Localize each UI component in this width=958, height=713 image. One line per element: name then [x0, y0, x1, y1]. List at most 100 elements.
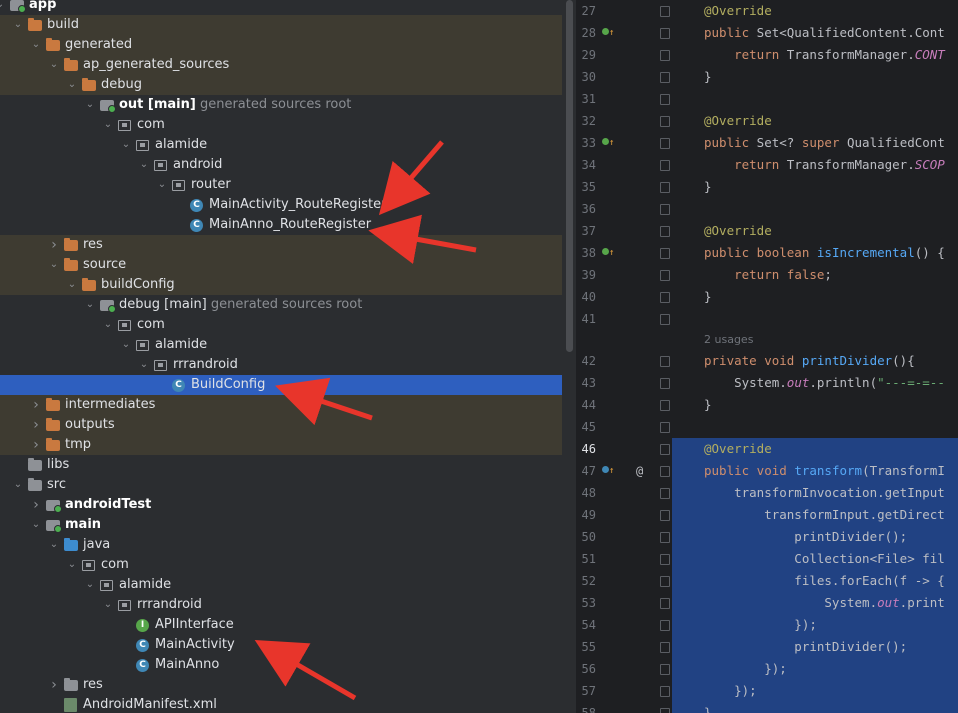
tree-row[interactable]: ⌄ com [0, 315, 562, 335]
tree-row[interactable]: C MainAnno_RouteRegister [0, 215, 562, 235]
chevron-down-icon[interactable]: ⌄ [0, 0, 6, 15]
annotation-gutter-icon[interactable]: @ [636, 460, 643, 482]
fold-marker-icon[interactable] [660, 642, 670, 653]
tree-row[interactable]: ⌄ debug [0, 75, 562, 95]
fold-marker-icon[interactable] [660, 138, 670, 149]
code-line[interactable]: 55 printDivider(); [576, 636, 958, 658]
fold-marker-icon[interactable] [660, 444, 670, 455]
chevron-right-icon[interactable]: › [30, 415, 42, 435]
code-line[interactable]: 44} [576, 394, 958, 416]
code-line[interactable]: 50 printDivider(); [576, 526, 958, 548]
code-line[interactable]: 43 System.out.println("---=-=-- [576, 372, 958, 394]
implements-gutter-icon[interactable]: ↑ [602, 460, 614, 482]
tree-row[interactable]: ⌄ java [0, 535, 562, 555]
tree-row[interactable]: AndroidManifest.xml [0, 695, 562, 713]
override-gutter-icon[interactable]: ↑ [602, 242, 614, 264]
code-line[interactable]: 34 return TransformManager.SCOP [576, 154, 958, 176]
chevron-down-icon[interactable]: ⌄ [156, 175, 168, 195]
fold-marker-icon[interactable] [660, 292, 670, 303]
tree-row[interactable]: ⌄ main [0, 515, 562, 535]
tree-row[interactable]: ⌄ out [main] generated sources root [0, 95, 562, 115]
tree-row[interactable]: ⌄ alamide [0, 335, 562, 355]
code-line[interactable]: 33 ↑ public Set<? super QualifiedCont [576, 132, 958, 154]
chevron-down-icon[interactable]: ⌄ [120, 135, 132, 155]
code-line[interactable]: 57 }); [576, 680, 958, 702]
chevron-down-icon[interactable]: ⌄ [84, 295, 96, 315]
tree-row[interactable]: ⌄ src [0, 475, 562, 495]
code-editor[interactable]: 27 @Override 28 ↑ public Set<QualifiedConten… [576, 0, 958, 713]
code-line[interactable]: 42 private void printDivider(){ [576, 350, 958, 372]
fold-marker-icon[interactable] [660, 204, 670, 215]
chevron-down-icon[interactable]: ⌄ [138, 355, 150, 375]
fold-marker-icon[interactable] [660, 532, 670, 543]
fold-marker-icon[interactable] [660, 50, 670, 61]
tree-row[interactable]: › outputs [0, 415, 562, 435]
chevron-right-icon[interactable]: › [30, 435, 42, 455]
chevron-down-icon[interactable]: ⌄ [102, 115, 114, 135]
code-line[interactable]: 40} [576, 286, 958, 308]
tree-row[interactable]: ⌄ rrrandroid [0, 355, 562, 375]
fold-marker-icon[interactable] [660, 226, 670, 237]
tree-row[interactable]: ⌄ buildConfig [0, 275, 562, 295]
chevron-down-icon[interactable]: ⌄ [66, 555, 78, 575]
code-line[interactable]: 27 @Override [576, 0, 958, 22]
code-line[interactable]: 2 usages [576, 328, 958, 350]
tree-row[interactable]: C MainAnno [0, 655, 562, 675]
fold-marker-icon[interactable] [660, 466, 670, 477]
code-line[interactable]: 28 ↑ public Set<QualifiedContent.Cont [576, 22, 958, 44]
code-line[interactable]: 30} [576, 66, 958, 88]
fold-marker-icon[interactable] [660, 270, 670, 281]
fold-marker-icon[interactable] [660, 686, 670, 697]
chevron-down-icon[interactable]: ⌄ [84, 95, 96, 115]
code-line[interactable]: 48 transformInvocation.getInput [576, 482, 958, 504]
override-gutter-icon[interactable]: ↑ [602, 22, 614, 44]
fold-marker-icon[interactable] [660, 94, 670, 105]
fold-marker-icon[interactable] [660, 422, 670, 433]
fold-marker-icon[interactable] [660, 6, 670, 17]
fold-marker-icon[interactable] [660, 598, 670, 609]
fold-marker-icon[interactable] [660, 356, 670, 367]
chevron-down-icon[interactable]: ⌄ [66, 75, 78, 95]
fold-marker-icon[interactable] [660, 160, 670, 171]
override-gutter-icon[interactable]: ↑ [602, 132, 614, 154]
code-line[interactable]: 37 @Override [576, 220, 958, 242]
code-line[interactable]: 32 @Override [576, 110, 958, 132]
tree-row[interactable]: ⌄ alamide [0, 135, 562, 155]
fold-marker-icon[interactable] [660, 554, 670, 565]
tree-row[interactable]: C BuildConfig [0, 375, 562, 395]
fold-marker-icon[interactable] [660, 400, 670, 411]
chevron-down-icon[interactable]: ⌄ [48, 55, 60, 75]
chevron-down-icon[interactable]: ⌄ [84, 575, 96, 595]
chevron-down-icon[interactable]: ⌄ [66, 275, 78, 295]
chevron-down-icon[interactable]: ⌄ [102, 595, 114, 615]
fold-marker-icon[interactable] [660, 378, 670, 389]
tree-row[interactable]: ⌄ android [0, 155, 562, 175]
chevron-right-icon[interactable]: › [30, 395, 42, 415]
code-line[interactable]: 51 Collection<File> fil [576, 548, 958, 570]
tree-row[interactable]: ⌄ app [0, 0, 562, 15]
tree-row[interactable]: C MainActivity_RouteRegister [0, 195, 562, 215]
tree-row[interactable]: › res [0, 675, 562, 695]
fold-marker-icon[interactable] [660, 248, 670, 259]
tree-row[interactable]: ⌄ alamide [0, 575, 562, 595]
fold-marker-icon[interactable] [660, 510, 670, 521]
chevron-down-icon[interactable]: ⌄ [12, 15, 24, 35]
chevron-right-icon[interactable]: › [48, 235, 60, 255]
tree-row[interactable]: ⌄ ap_generated_sources [0, 55, 562, 75]
scrollbar-thumb[interactable] [566, 0, 573, 352]
code-line[interactable]: 35} [576, 176, 958, 198]
fold-marker-icon[interactable] [660, 72, 670, 83]
code-line[interactable]: 54 }); [576, 614, 958, 636]
tree-row[interactable]: C MainActivity [0, 635, 562, 655]
chevron-down-icon[interactable]: ⌄ [102, 315, 114, 335]
chevron-right-icon[interactable]: › [48, 675, 60, 695]
code-line[interactable]: 49 transformInput.getDirect [576, 504, 958, 526]
chevron-down-icon[interactable]: ⌄ [12, 475, 24, 495]
fold-marker-icon[interactable] [660, 28, 670, 39]
chevron-down-icon[interactable]: ⌄ [30, 35, 42, 55]
code-line[interactable]: 38 ↑ public boolean isIncremental() { [576, 242, 958, 264]
code-line[interactable]: 53 System.out.print [576, 592, 958, 614]
tree-row[interactable]: ⌄ debug [main] generated sources root [0, 295, 562, 315]
fold-marker-icon[interactable] [660, 620, 670, 631]
code-line[interactable]: 45 [576, 416, 958, 438]
